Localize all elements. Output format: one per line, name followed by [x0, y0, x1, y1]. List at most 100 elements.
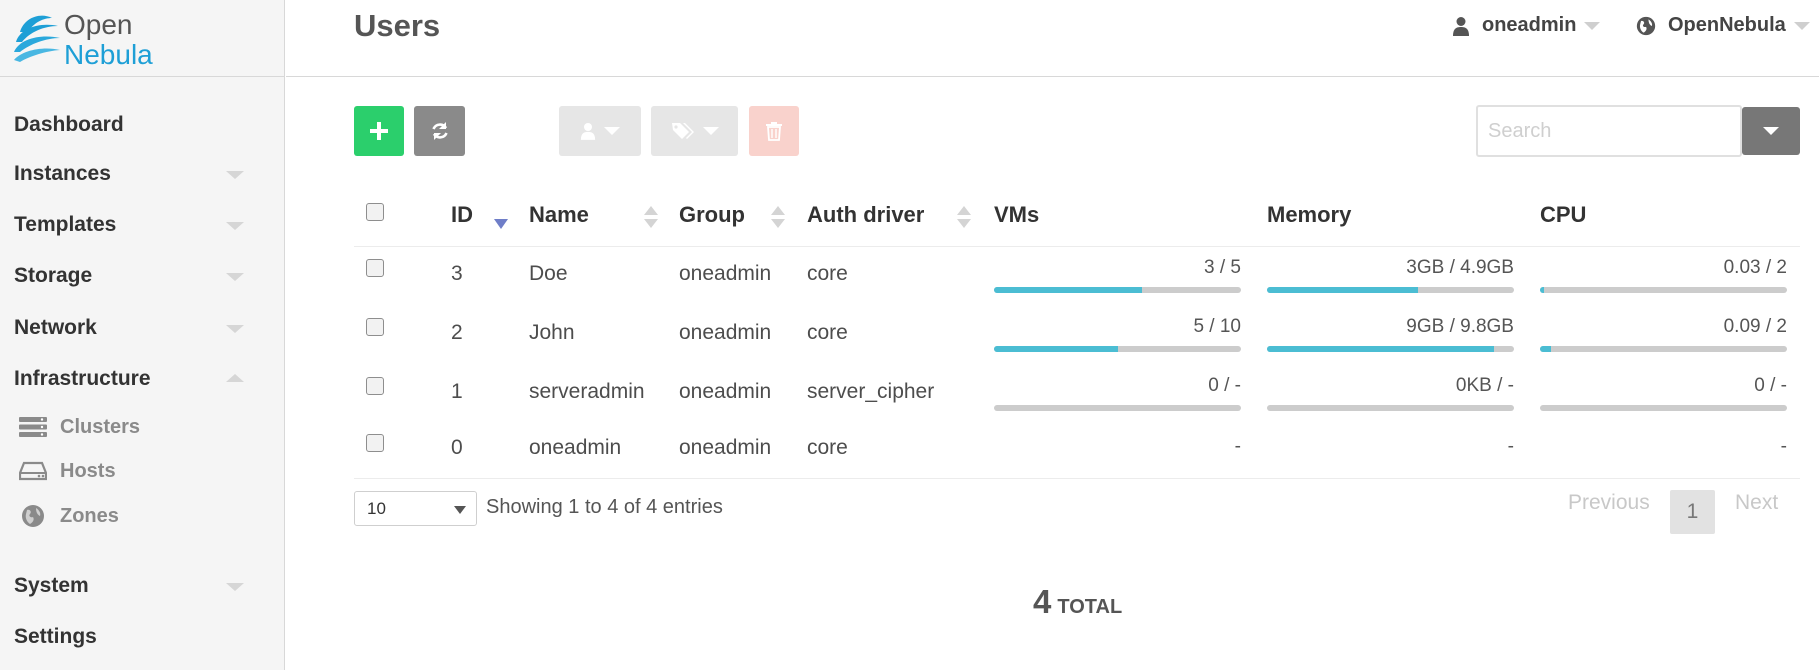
sidebar-item-label: Infrastructure [14, 367, 151, 390]
sidebar-item-system[interactable]: System [14, 569, 244, 603]
cpu-quota-fill [1540, 346, 1552, 352]
cell-name: serveradmin [529, 380, 645, 403]
chevron-down-icon [226, 171, 244, 179]
memory-quota-bar [1267, 346, 1514, 352]
refresh-button[interactable] [414, 106, 465, 156]
memory-quota-bar [1267, 405, 1514, 411]
cell-id: 0 [451, 436, 463, 459]
pagination-page-1[interactable]: 1 [1670, 490, 1715, 534]
cell-group: oneadmin [679, 321, 772, 344]
cell-name: oneadmin [529, 436, 622, 459]
cpu-quota-label: 0.03 / 2 [1723, 257, 1787, 278]
user-menu[interactable]: oneadmin [1452, 14, 1601, 37]
sort-icon [771, 206, 785, 232]
trash-icon [766, 122, 782, 141]
column-header-auth-driver[interactable]: Auth driver [807, 202, 924, 228]
memory-quota-fill [1267, 346, 1495, 352]
vms-quota-label: 0 / - [1208, 375, 1241, 396]
labels-button[interactable] [651, 106, 738, 156]
sidebar-item-templates[interactable]: Templates [14, 208, 244, 242]
cell-auth-driver: core [807, 262, 848, 285]
cell-id: 1 [451, 380, 463, 403]
column-header-name[interactable]: Name [529, 202, 589, 228]
table-row[interactable]: 1 serveradmin oneadmin server_cipher 0 /… [354, 365, 1800, 423]
table-bottom-divider [354, 478, 1800, 479]
nebula-cloud-icon [14, 15, 60, 62]
sidebar-item-label: Templates [14, 213, 117, 236]
row-checkbox[interactable] [366, 377, 384, 395]
total-counter: 4 TOTAL [1033, 583, 1122, 621]
chevron-down-icon [226, 222, 244, 230]
table-row[interactable]: 3 Doe oneadmin core 3 / 5 3GB / 4.9GB 0.… [354, 247, 1800, 305]
sidebar-item-storage[interactable]: Storage [14, 259, 244, 293]
vms-quota-fill [994, 287, 1143, 293]
change-user-button[interactable] [559, 106, 641, 156]
cell-auth-driver: core [807, 436, 848, 459]
cell-name: Doe [529, 262, 568, 285]
select-all-checkbox[interactable] [366, 203, 384, 221]
user-icon [580, 123, 596, 140]
sidebar-item-label: Instances [14, 162, 111, 185]
pagination-next[interactable]: Next [1735, 491, 1778, 515]
sidebar-subitem-label: Hosts [60, 459, 116, 482]
row-checkbox[interactable] [366, 318, 384, 336]
globe-icon [18, 504, 48, 528]
cpu-quota-bar [1540, 405, 1787, 411]
table-row[interactable]: 0 oneadmin oneadmin core - - - [354, 424, 1800, 482]
create-button[interactable] [354, 106, 404, 156]
column-header-vms[interactable]: VMs [994, 202, 1039, 228]
user-menu-label: oneadmin [1482, 14, 1577, 36]
cell-group: oneadmin [679, 262, 772, 285]
sidebar-item-network[interactable]: Network [14, 311, 244, 345]
chevron-down-icon [226, 273, 244, 281]
opennebula-logo[interactable]: Open Nebula [14, 8, 194, 70]
sidebar-subitem-label: Zones [60, 504, 119, 527]
memory-quota-fill [1267, 287, 1418, 293]
row-checkbox[interactable] [366, 434, 384, 452]
vms-quota-fill [994, 346, 1118, 352]
cell-id: 3 [451, 262, 463, 285]
row-checkbox[interactable] [366, 259, 384, 277]
sort-desc-icon [494, 219, 508, 229]
column-header-memory[interactable]: Memory [1267, 202, 1351, 228]
hdd-icon [18, 459, 48, 483]
page-length-select[interactable]: 10 [354, 491, 477, 526]
column-header-group[interactable]: Group [679, 202, 745, 228]
search-options-button[interactable] [1742, 107, 1800, 155]
memory-quota-bar [1267, 287, 1514, 293]
server-icon [18, 415, 48, 439]
vms-quota-bar [994, 405, 1241, 411]
page-title: Users [354, 8, 441, 43]
vms-quota-label: 3 / 5 [1204, 257, 1241, 278]
cell-auth-driver: core [807, 321, 848, 344]
tags-icon [671, 123, 694, 139]
pagination-previous[interactable]: Previous [1568, 491, 1650, 515]
sidebar-subitem-zones[interactable]: Zones [18, 500, 218, 532]
logo-text-nebula: Nebula [64, 39, 153, 70]
zone-menu[interactable]: OpenNebula [1636, 14, 1810, 37]
delete-button[interactable] [749, 106, 799, 156]
table-row[interactable]: 2 John oneadmin core 5 / 10 9GB / 9.8GB … [354, 306, 1800, 364]
vms-quota-label: - [1234, 436, 1241, 457]
cell-auth-driver: server_cipher [807, 380, 935, 403]
chevron-down-icon [702, 127, 719, 135]
sidebar-item-dashboard[interactable]: Dashboard [14, 108, 244, 142]
search-input[interactable] [1476, 105, 1742, 157]
sidebar-item-infrastructure[interactable]: Infrastructure [14, 362, 244, 396]
sidebar-item-instances[interactable]: Instances [14, 157, 244, 191]
sidebar-item-label: System [14, 574, 89, 597]
column-header-cpu[interactable]: CPU [1540, 202, 1586, 228]
column-header-id[interactable]: ID [451, 202, 473, 228]
sidebar-item-settings[interactable]: Settings [14, 620, 244, 654]
sidebar-subitem-clusters[interactable]: Clusters [18, 411, 218, 443]
vms-quota-label: 5 / 10 [1193, 316, 1241, 337]
sidebar-subitem-hosts[interactable]: Hosts [18, 455, 218, 487]
cpu-quota-bar [1540, 346, 1787, 352]
cell-group: oneadmin [679, 436, 772, 459]
sidebar-item-label: Network [14, 316, 97, 339]
chevron-down-icon [226, 583, 244, 591]
logo-text-open: Open [64, 9, 133, 40]
chevron-down-icon [226, 325, 244, 333]
total-label: TOTAL [1057, 596, 1123, 618]
vms-quota-bar [994, 346, 1241, 352]
